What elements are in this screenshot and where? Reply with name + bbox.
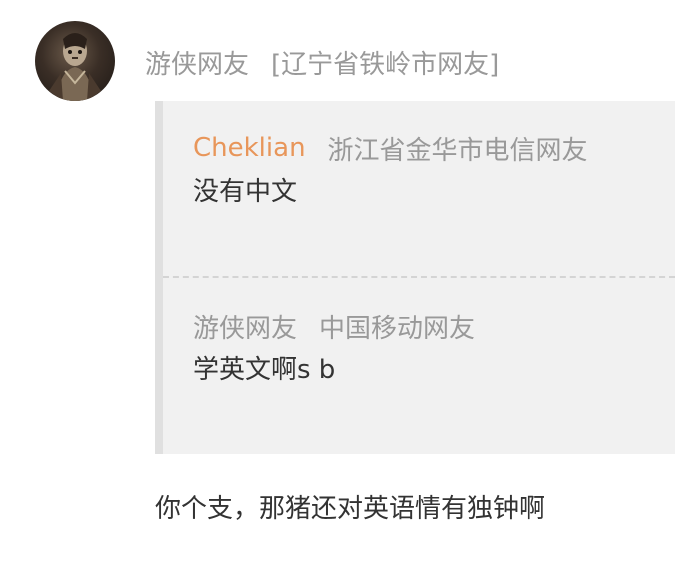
quoted-comment: 游侠网友 中国移动网友 学英文啊s b <box>193 306 675 388</box>
quoted-comment-location: 中国移动网友 <box>319 313 476 344</box>
quoted-comment-meta: 游侠网友 中国移动网友 <box>193 306 675 346</box>
comment-location: [辽宁省铁岭市网友] <box>271 49 500 80</box>
user-avatar-icon <box>49 33 101 101</box>
quoted-comment-text: 学英文啊s b <box>193 355 336 385</box>
quoted-comments-box: Cheklian 浙江省金华市电信网友 没有中文 游侠网友 中国移动网友 学英文… <box>155 101 675 454</box>
quoted-comment-meta: Cheklian 浙江省金华市电信网友 <box>193 128 675 168</box>
comment-username[interactable]: 游侠网友 <box>145 44 249 81</box>
quoted-comment-location: 浙江省金华市电信网友 <box>327 135 588 166</box>
quoted-comment: Cheklian 浙江省金华市电信网友 没有中文 <box>193 128 675 210</box>
comment-body: 你个支，那猪还对英语情有独钟啊 <box>155 494 546 524</box>
quoted-comment-username[interactable]: 游侠网友 <box>193 308 297 345</box>
quote-divider <box>163 276 675 278</box>
comment-header: 游侠网友 [辽宁省铁岭市网友] <box>145 42 499 82</box>
quoted-comment-text: 没有中文 <box>193 177 298 207</box>
user-avatar[interactable] <box>35 21 115 101</box>
quoted-comment-username[interactable]: Cheklian <box>193 133 306 163</box>
